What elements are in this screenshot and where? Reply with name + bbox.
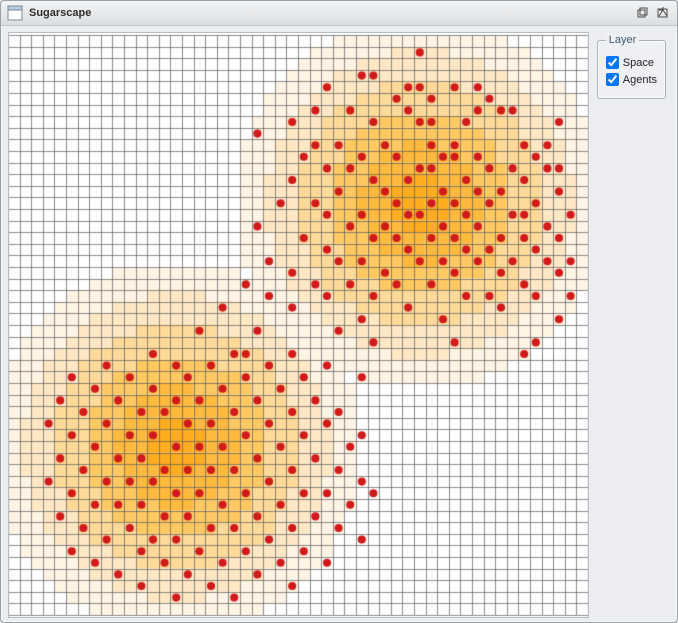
simulation-canvas-wrap [8, 32, 589, 618]
layers-list: Space Agents [604, 56, 659, 86]
restore-icon[interactable] [635, 6, 651, 20]
client-area: Layer Space Agents [2, 26, 676, 621]
maximize-icon[interactable] [655, 6, 671, 20]
window-icon [7, 5, 23, 21]
titlebar[interactable]: Sugarscape [1, 1, 677, 26]
layer-checkbox[interactable] [606, 73, 619, 86]
window-controls [635, 6, 671, 20]
layer-checkbox[interactable] [606, 56, 619, 69]
layer-item[interactable]: Agents [606, 73, 657, 86]
window: Sugarscape Layer Space Agents [0, 0, 678, 623]
simulation-canvas[interactable] [8, 32, 589, 618]
layer-item[interactable]: Space [606, 56, 657, 69]
layers-legend: Layer [606, 34, 640, 46]
window-title: Sugarscape [29, 7, 635, 19]
layer-label: Space [623, 57, 654, 69]
side-panel: Layer Space Agents [595, 26, 676, 621]
layer-label: Agents [623, 74, 657, 86]
layers-fieldset: Layer Space Agents [597, 34, 666, 99]
